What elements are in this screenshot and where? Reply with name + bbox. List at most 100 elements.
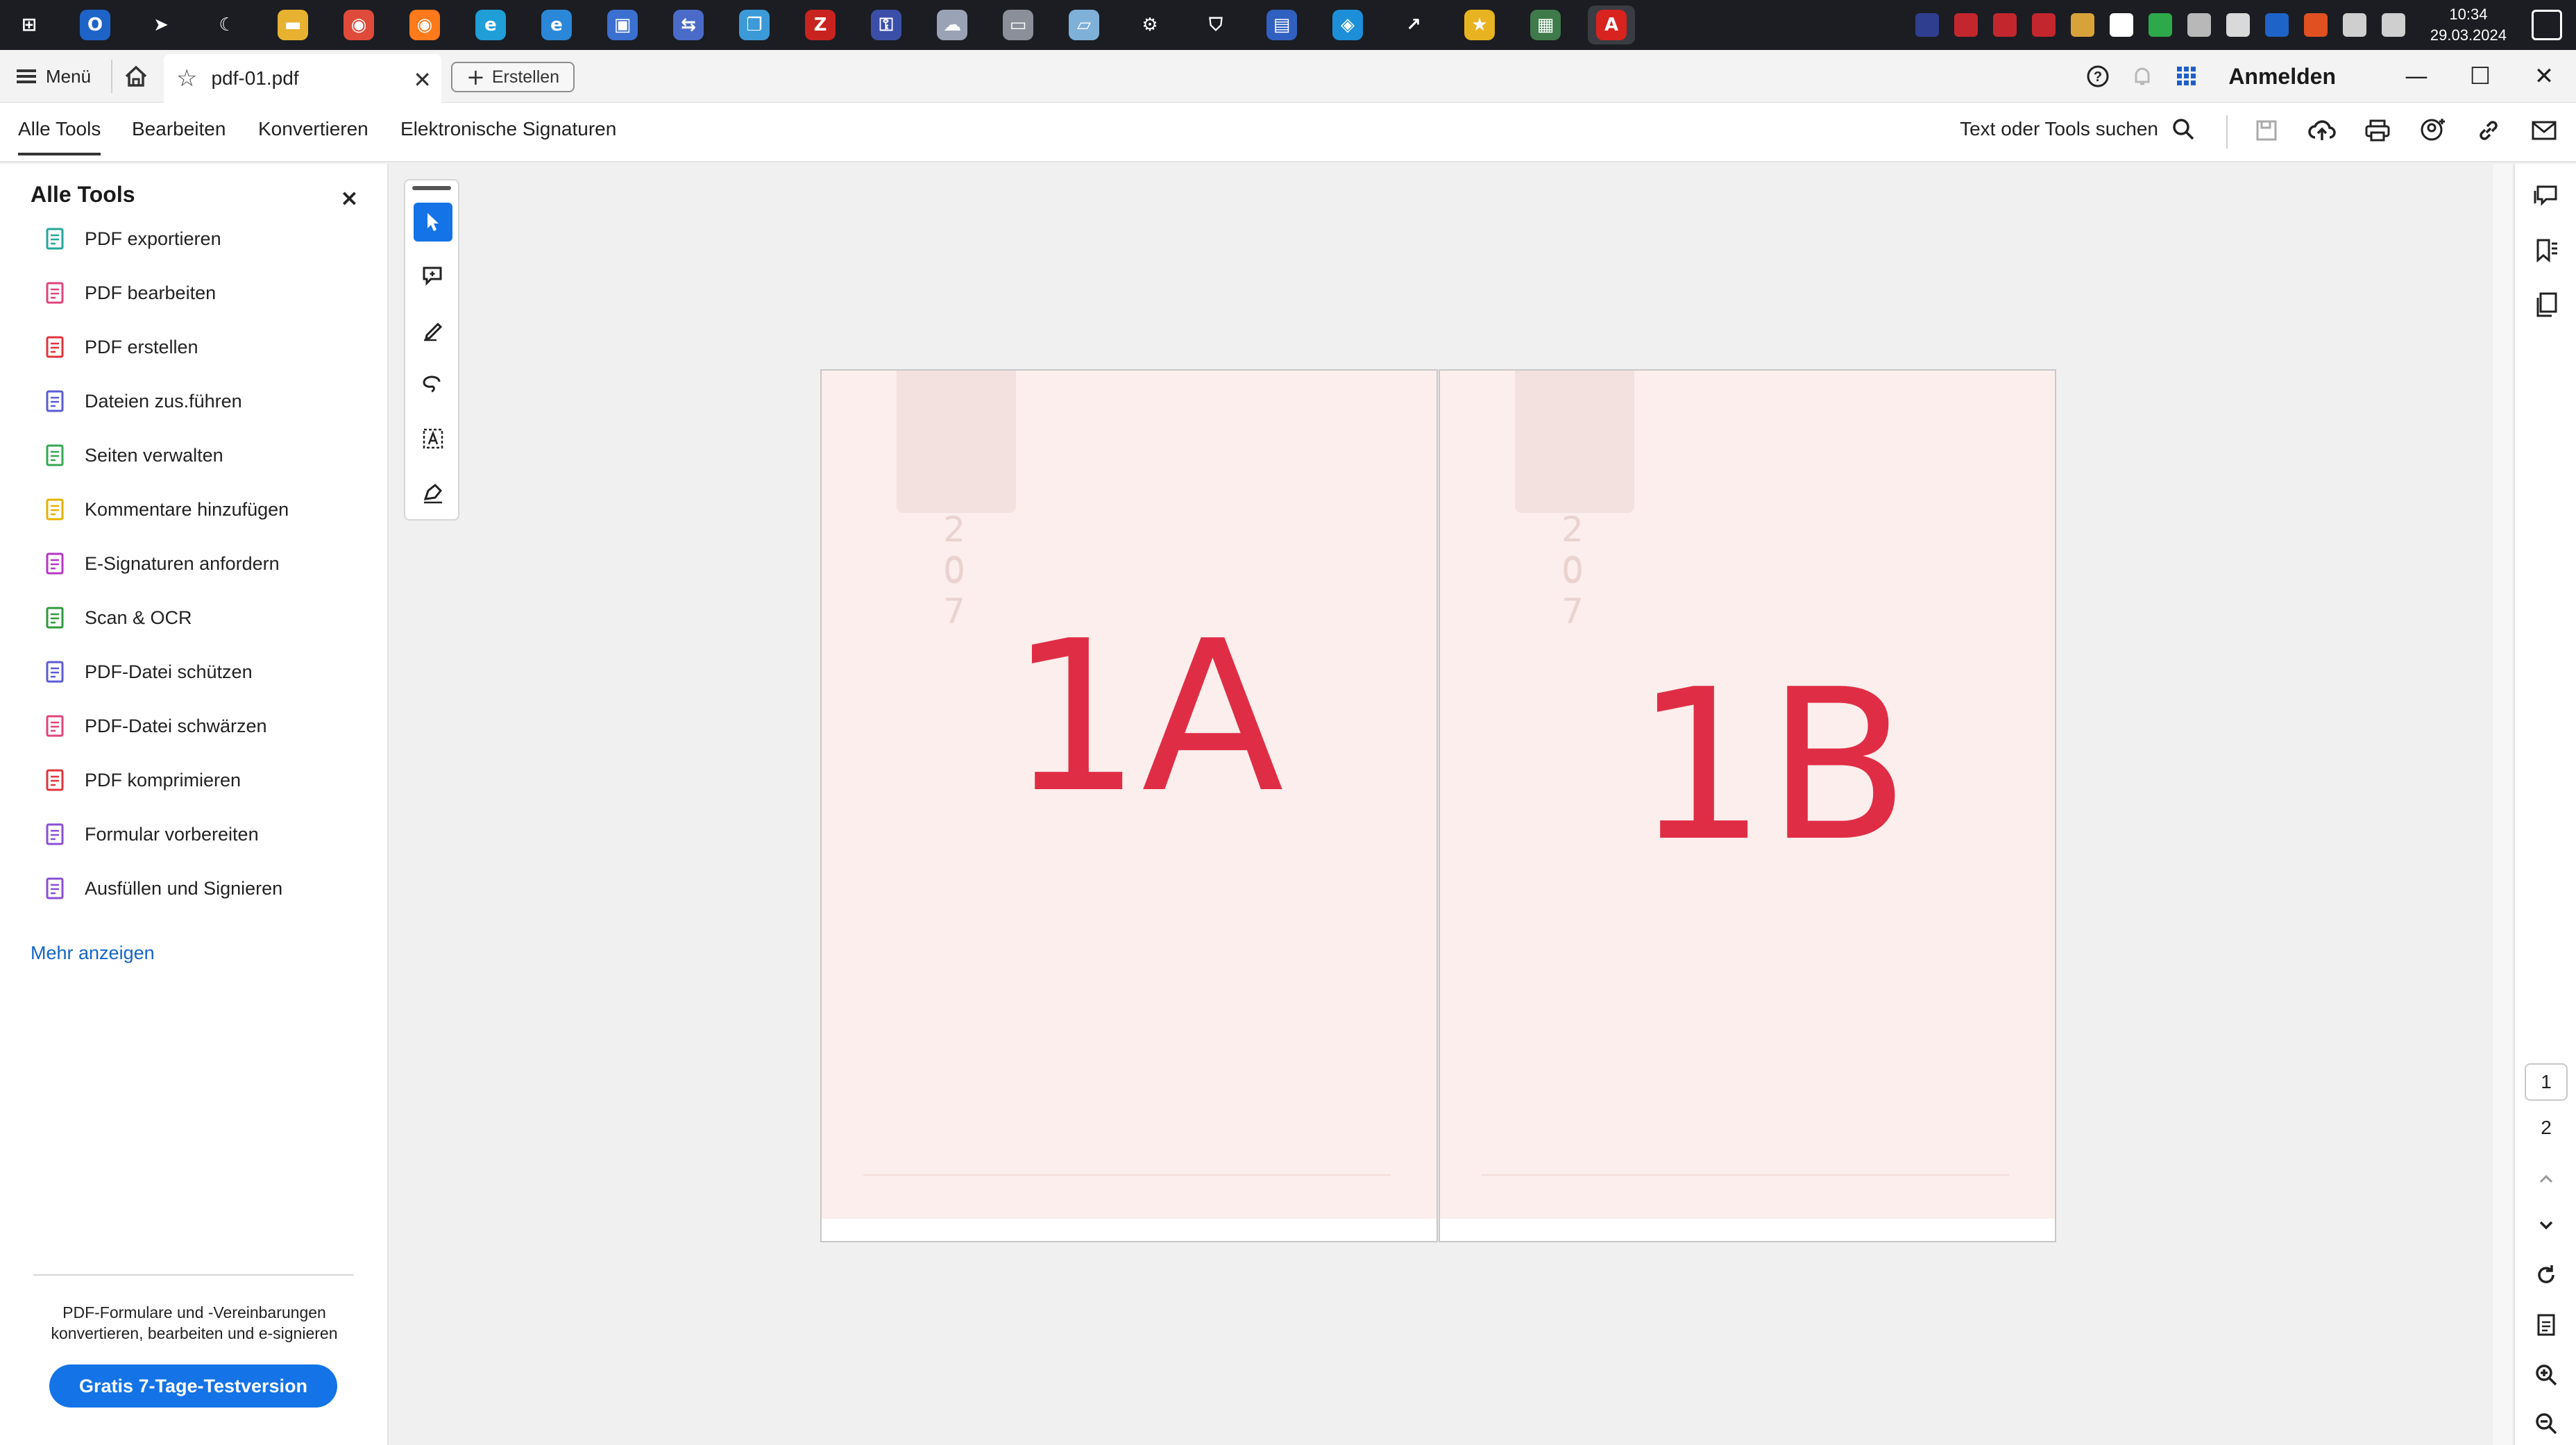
system-clock[interactable]: 10:34 29.03.2024	[2430, 4, 2507, 46]
minimize-button[interactable]: —	[2384, 50, 2448, 103]
sign-button[interactable]	[414, 473, 452, 512]
notification-icon[interactable]	[2532, 10, 2562, 40]
network-tray-icon[interactable]	[2187, 13, 2211, 37]
tray-app-icon[interactable]	[1992, 13, 2017, 37]
apps-grid-icon[interactable]	[2173, 62, 2201, 90]
help-icon[interactable]: ?	[2084, 62, 2112, 90]
search-tools[interactable]: Text oder Tools suchen	[1960, 117, 2196, 142]
page-fit-icon[interactable]	[2532, 1310, 2561, 1340]
save-icon[interactable]	[2253, 117, 2280, 144]
tab-convert[interactable]: Konvertieren	[258, 118, 368, 153]
cloud-upload-icon[interactable]	[2308, 117, 2336, 144]
tray-app-icon[interactable]	[1915, 13, 1939, 37]
taskbar-app[interactable]: Z	[797, 6, 844, 44]
tab-all-tools[interactable]: Alle Tools	[18, 118, 101, 155]
menu-button[interactable]: Menü	[17, 62, 91, 90]
taskbar-app[interactable]: ▣	[599, 6, 646, 44]
taskbar-app[interactable]: ▬	[269, 6, 316, 44]
close-panel-icon[interactable]: ×	[340, 185, 359, 211]
taskbar-app[interactable]: ☁	[929, 6, 976, 44]
tray-app-icon[interactable]	[1954, 13, 1978, 37]
tray-app-icon[interactable]	[2303, 13, 2328, 37]
taskbar-app[interactable]: ❐	[731, 6, 778, 44]
select-tool-button[interactable]	[414, 203, 452, 242]
taskbar-app[interactable]: O	[71, 6, 119, 44]
drag-handle[interactable]	[412, 186, 451, 190]
share-user-icon[interactable]	[2419, 117, 2447, 144]
tool-item[interactable]: PDF bearbeiten	[40, 272, 216, 314]
taskbar-app[interactable]: ◉	[335, 6, 382, 44]
taskbar-app[interactable]: A	[1588, 6, 1635, 44]
tool-item[interactable]: Formular vorbereiten	[40, 813, 259, 855]
next-page-icon[interactable]	[2532, 1210, 2561, 1240]
tool-item[interactable]: PDF-Datei schwärzen	[40, 705, 267, 747]
mail-tray-icon[interactable]	[2070, 13, 2094, 37]
tool-item[interactable]: Ausfüllen und Signieren	[40, 868, 282, 909]
draw-button[interactable]	[414, 311, 452, 350]
signin-button[interactable]: Anmelden	[2228, 64, 2336, 90]
link-icon[interactable]	[2475, 117, 2502, 144]
add-comment-button[interactable]	[414, 257, 452, 296]
bookmarks-icon[interactable]	[2532, 236, 2561, 265]
tool-item[interactable]: Dateien zus.führen	[40, 380, 242, 422]
tab-e-signatures[interactable]: Elektronische Signaturen	[400, 118, 616, 153]
taskbar-app[interactable]: ➤	[137, 6, 185, 44]
taskbar-app[interactable]: ▭	[994, 6, 1042, 44]
taskbar-app[interactable]: ▱	[1060, 6, 1108, 44]
page-thumbnails-icon[interactable]	[2532, 290, 2561, 319]
tool-item[interactable]: Kommentare hinzufügen	[40, 489, 289, 530]
taskbar-app[interactable]: ⊞	[6, 6, 53, 44]
notifications-bell-icon[interactable]	[2128, 62, 2156, 90]
tool-item[interactable]: PDF komprimieren	[40, 759, 241, 801]
print-icon[interactable]	[2364, 117, 2391, 144]
taskbar-app[interactable]: ◉	[401, 6, 448, 44]
close-window-button[interactable]: ✕	[2512, 50, 2576, 103]
zoom-out-icon[interactable]	[2532, 1409, 2561, 1438]
taskbar-app[interactable]: ▤	[1258, 6, 1305, 44]
taskbar-app[interactable]: e	[533, 6, 580, 44]
page-number-1[interactable]: 1	[2525, 1063, 2568, 1101]
zoom-in-icon[interactable]	[2532, 1360, 2561, 1389]
home-icon[interactable]	[122, 62, 150, 90]
tab-edit[interactable]: Bearbeiten	[132, 118, 226, 153]
taskbar-app[interactable]: ☾	[203, 6, 251, 44]
display-tray-icon[interactable]	[2342, 13, 2366, 37]
tray-app-icon[interactable]	[2148, 13, 2172, 37]
taskbar-app[interactable]: ⛉	[1192, 6, 1239, 44]
tool-item[interactable]: PDF exportieren	[40, 218, 221, 260]
show-more-link[interactable]: Mehr anzeigen	[31, 943, 155, 964]
star-icon[interactable]: ☆	[176, 65, 197, 92]
pdf-page-1[interactable]: 2 0 0 7 1A	[820, 369, 1438, 1242]
vertical-scrollbar[interactable]	[2493, 164, 2512, 1445]
freeform-button[interactable]	[414, 365, 452, 404]
rotate-icon[interactable]	[2532, 1260, 2561, 1290]
tray-app-icon[interactable]	[2109, 13, 2133, 37]
volume-icon[interactable]	[2381, 13, 2405, 37]
free-trial-button[interactable]: Gratis 7-Tage-Testversion	[49, 1364, 337, 1408]
taskbar-app[interactable]: ⚿	[863, 6, 910, 44]
maximize-button[interactable]: ☐	[2448, 50, 2512, 103]
tray-app-icon[interactable]	[2226, 13, 2250, 37]
page-number-2[interactable]: 2	[2525, 1109, 2568, 1147]
pdf-page-2[interactable]: 2 0 0 7 1B	[1439, 369, 2056, 1242]
previous-page-icon[interactable]	[2532, 1165, 2561, 1194]
comments-panel-icon[interactable]	[2532, 182, 2561, 211]
taskbar-app[interactable]: ▦	[1522, 6, 1569, 44]
tool-item[interactable]: Scan & OCR	[40, 597, 192, 639]
tray-app-icon[interactable]	[2031, 13, 2056, 37]
email-icon[interactable]	[2530, 117, 2558, 144]
create-button[interactable]: + Erstellen	[451, 62, 575, 92]
tool-item[interactable]: E-Signaturen anfordern	[40, 543, 280, 584]
tool-item[interactable]: PDF-Datei schützen	[40, 651, 253, 693]
add-text-button[interactable]	[414, 419, 452, 458]
taskbar-app[interactable]: ↗	[1390, 6, 1437, 44]
outlook-tray-icon[interactable]	[2264, 13, 2289, 37]
tool-item[interactable]: Seiten verwalten	[40, 434, 223, 476]
taskbar-app[interactable]: e	[467, 6, 514, 44]
taskbar-app[interactable]: ★	[1456, 6, 1503, 44]
taskbar-app[interactable]: ◈	[1324, 6, 1371, 44]
close-tab-icon[interactable]: ✕	[413, 67, 432, 93]
taskbar-app[interactable]: ⇆	[665, 6, 712, 44]
tool-item[interactable]: PDF erstellen	[40, 326, 198, 368]
taskbar-app[interactable]: ⚙	[1126, 6, 1173, 44]
